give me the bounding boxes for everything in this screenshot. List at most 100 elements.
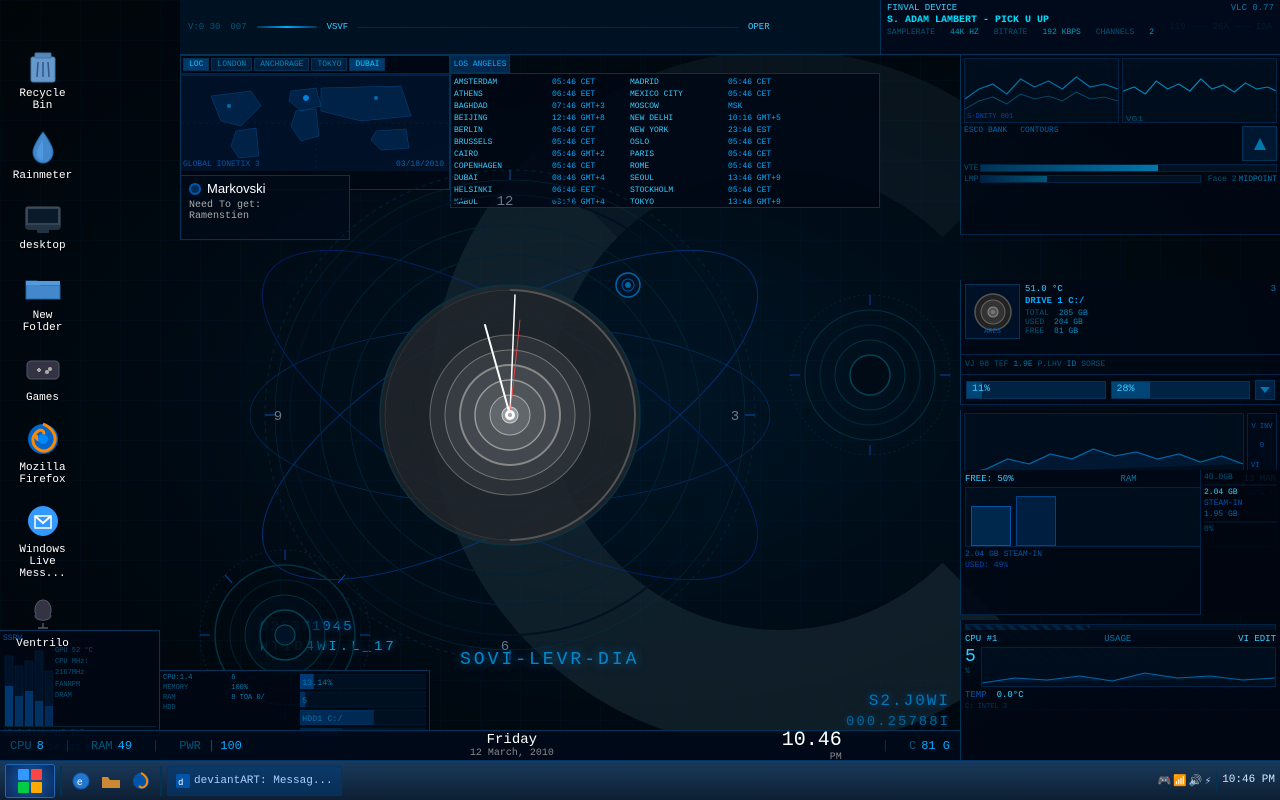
svg-text:HDD1 C:/: HDD1 C:/ <box>302 714 342 724</box>
time-val2: 05:46 CET <box>728 89 798 101</box>
tray-volume-icon[interactable]: 🔊 <box>1189 774 1203 788</box>
tray-divider <box>1216 771 1217 791</box>
icon-recycle-bin[interactable]: Recycle Bin <box>5 40 80 117</box>
time-city2: OSLO <box>630 137 720 149</box>
time-row: BAGHDAD07:46 GMT+3MOSCOWMSK <box>454 101 876 113</box>
hdd-total-label: TOTAL <box>1025 309 1049 318</box>
ventrilo-icon <box>23 595 63 635</box>
steam-divider2 <box>1204 521 1277 523</box>
down-arrow-icon[interactable] <box>1255 380 1275 400</box>
cpu1-vi-edit: VI EDIT <box>1238 634 1276 644</box>
cpu1-stats: 5 % <box>965 647 1276 687</box>
time-val: 05:46 CET <box>552 77 622 89</box>
contours-label: CONTOURS <box>1020 126 1058 161</box>
taskbar-app-deviantart[interactable]: d deviantART: Messag... <box>167 766 342 796</box>
loc-tab-tokyo[interactable]: TOKYO <box>311 58 347 71</box>
loc-tab-anchorage[interactable]: ANCHORAGE <box>254 58 309 71</box>
time-city2: MOSCOW <box>630 101 720 113</box>
loc-tab-loc[interactable]: LOC <box>183 58 209 71</box>
windows-live-icon <box>23 501 63 541</box>
pct-bar-28: 28% <box>1111 381 1251 399</box>
ram-right-values: 40.0GB 2.04 GB STEAM-IN 1.95 GB 0% <box>960 470 1280 615</box>
cpu1-graph <box>981 647 1276 687</box>
pct-28-label: 28% <box>1117 384 1135 395</box>
ql-firefox-icon[interactable] <box>127 767 155 795</box>
cpu1-panel: CPU #1 USAGE VI EDIT 5 % TEMP 0.0°C C: I… <box>960 630 1280 760</box>
lmp-bar-container <box>980 175 1200 183</box>
esco-row: ESCO BANK CONTOURS <box>964 126 1277 161</box>
time-row: ATHENS 06:46 EET MEXICO CITY 05:46 CET <box>454 89 876 101</box>
icon-rainmeter[interactable]: Rainmeter <box>5 122 80 187</box>
time-city: BERLIN <box>454 125 544 137</box>
start-button[interactable] <box>5 764 55 798</box>
stats-pwr-val: 100 <box>220 739 242 753</box>
games-label: Games <box>26 392 59 404</box>
sorse-label: SORSE <box>1081 360 1105 369</box>
esco-label: ESCO BANK <box>964 126 1007 161</box>
cpu-100: 100% <box>231 684 294 692</box>
time-city: BAGHDAD <box>454 101 544 113</box>
ql-ie-icon[interactable]: e <box>67 767 95 795</box>
hdd-bottom-label: HDD <box>163 704 226 712</box>
pct-bar-11: 11% <box>966 381 1106 399</box>
cpu-fanrpm: FANRPM <box>55 680 156 691</box>
tray-steam-icon[interactable]: 🎮 <box>1157 774 1171 788</box>
loc-tab-dubai[interactable]: DUBAI <box>349 58 385 71</box>
icon-windows-live[interactable]: Windows Live Mess... <box>5 496 80 585</box>
cpu1-usage-label: USAGE <box>1104 634 1131 644</box>
cpu-bars-container: GPU 52 °C CPU MHz: 2167MHz FANRPM DRAM <box>3 646 156 726</box>
world-clock-title: GLOBAL IONETIX 3 <box>183 160 260 169</box>
stats-c-val: 81 G <box>921 739 950 753</box>
tray-battery-icon[interactable]: ⚡ <box>1205 774 1212 788</box>
up-arrow-panel[interactable] <box>1242 126 1277 161</box>
hdd-label: DRIVE 1 C:/ <box>1025 296 1276 306</box>
pct-11-label: 11% <box>972 384 990 395</box>
time-val: 12:46 GMT+8 <box>552 113 622 125</box>
stats-time: 10.46 <box>782 729 842 752</box>
svg-text:3: 3 <box>731 409 739 425</box>
time-city2: MEXICO CITY <box>630 89 720 101</box>
time-val: 05:46 CET <box>552 137 622 149</box>
tray-icons: 🎮 📶 🔊 ⚡ <box>1157 774 1211 788</box>
hdd-total-row: TOTAL 285 GB <box>1025 309 1276 318</box>
time-val2: MSK <box>728 101 798 113</box>
ram-bottom-label: RAM <box>163 694 226 702</box>
time-val2: 05:46 CET <box>728 137 798 149</box>
neon-text-1: SOVI-LEVR-DIA <box>460 650 639 670</box>
icon-games[interactable]: Games <box>5 344 80 409</box>
stats-date: 12 March, 2010 <box>470 748 554 759</box>
los-angeles-tab[interactable]: LOS ANGELES <box>450 55 510 73</box>
top-hud-vsvf: VSVF <box>327 22 349 32</box>
icon-firefox[interactable]: Mozilla Firefox <box>5 414 80 491</box>
stats-pwr-label: PWR | <box>179 739 215 753</box>
lmp-label: LMP <box>964 175 978 184</box>
time-row: BEIJING12:46 GMT+8NEW DELHI10:16 GMT+5 <box>454 113 876 125</box>
vinv-label: V INV <box>1251 423 1272 431</box>
icon-desktop[interactable]: desktop <box>5 192 80 257</box>
vte-label: VTE <box>964 164 978 173</box>
svg-text:5: 5 <box>302 697 307 706</box>
tray-network-icon[interactable]: 📶 <box>1173 774 1187 788</box>
time-city: ATHENS <box>454 89 544 101</box>
svg-text:VG1: VG1 <box>1126 115 1144 123</box>
time-row: BERLIN05:46 CETNEW YORK23:46 EST <box>454 125 876 137</box>
sys-monitor-top: S-DNITY 001 VG1 ESCO BANK CONTOURS <box>960 55 1280 235</box>
ql-folder-icon[interactable] <box>97 767 125 795</box>
time-val: 06:46 EET <box>552 89 622 101</box>
player-samplerate-val: 44K HZ <box>950 28 979 37</box>
quick-launch-bar: e <box>67 767 155 795</box>
desktop-background: V:0 30 007 VSVF OPER 119 ——— 26A ——— I2A… <box>0 0 1280 800</box>
player-bitrate-val: 192 KBPS <box>1042 28 1080 37</box>
time-val2: 05:46 CET <box>728 77 798 89</box>
cpu-sto: 8 TOA 0/ <box>231 694 294 702</box>
lmp-bar-fill <box>981 176 1047 182</box>
steam-label: STEAM-IN <box>1204 499 1277 508</box>
cpu1-intel-label: C: INTEL 3 <box>965 703 1276 711</box>
icon-new-folder[interactable]: New Folder <box>5 262 80 339</box>
loc-tab-london[interactable]: LONDON <box>211 58 252 71</box>
cpu-stats-text: GPU 52 °C CPU MHz: 2167MHz FANRPM DRAM <box>55 646 156 726</box>
steam-divider1 <box>1204 484 1277 486</box>
icon-ventrilo[interactable]: Ventrilo <box>5 590 80 655</box>
steam-values-panel: 40.0GB 2.04 GB STEAM-IN 1.95 GB 0% <box>1200 470 1280 615</box>
rainmeter-icon <box>23 127 63 167</box>
